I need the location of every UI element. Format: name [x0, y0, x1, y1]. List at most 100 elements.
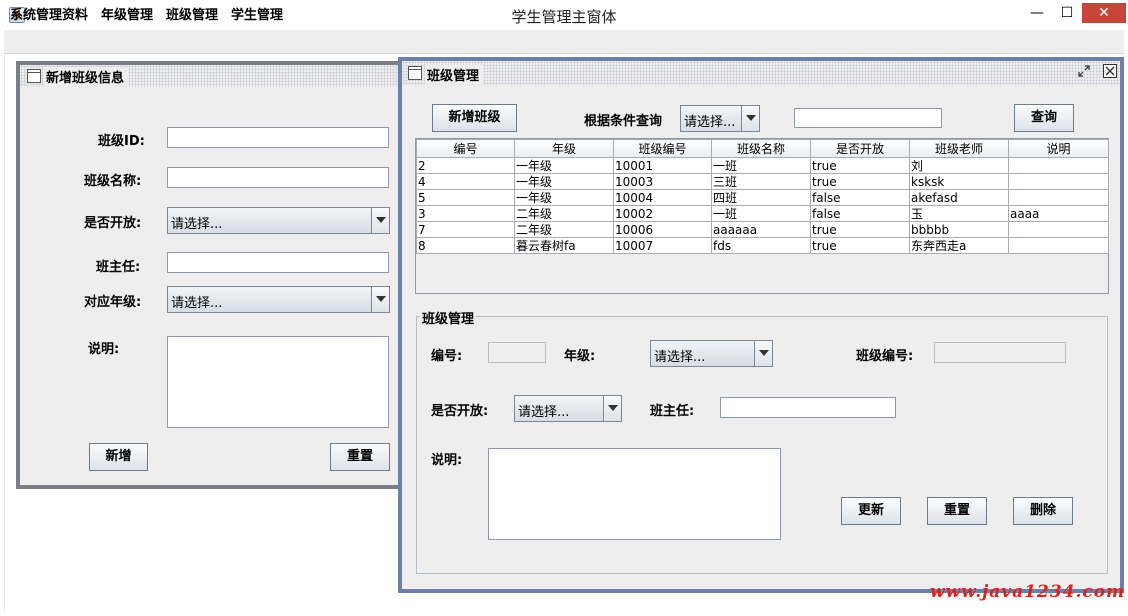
- table-row[interactable]: 5 一年级 10004 四班 false akefasd: [416, 189, 1109, 206]
- table-row[interactable]: 2 一年级 10001 一班 true 刘: [416, 157, 1109, 174]
- table-row[interactable]: 7 二年级 10006 aaaaaa true bbbbb: [416, 221, 1109, 238]
- menu-student-management[interactable]: 学生管理: [231, 4, 283, 23]
- table-cell[interactable]: 暮云春树fa: [514, 237, 614, 254]
- table-cell[interactable]: false: [810, 189, 910, 206]
- table-cell[interactable]: [1008, 157, 1109, 174]
- add-class-button[interactable]: 新增班级: [432, 104, 517, 132]
- edit-grade-select[interactable]: 请选择...: [650, 340, 773, 367]
- table-row[interactable]: 8 暮云春树fa 10007 fds true 东奔西走a: [416, 237, 1109, 254]
- class-management-frame-titlebar[interactable]: [402, 61, 1120, 85]
- minimize-button[interactable]: —: [1022, 3, 1052, 23]
- restore-frame-icon[interactable]: [1076, 63, 1092, 79]
- menu-bar: [4, 30, 1124, 54]
- table-cell[interactable]: fds: [711, 237, 811, 254]
- table-cell[interactable]: 东奔西走a: [909, 237, 1009, 254]
- table-cell[interactable]: ksksk: [909, 173, 1009, 190]
- table-cell[interactable]: 一年级: [514, 189, 614, 206]
- is-open-select[interactable]: 请选择...: [167, 207, 390, 234]
- close-frame-icon[interactable]: [1102, 63, 1118, 79]
- class-name-input[interactable]: [167, 167, 389, 188]
- chevron-down-icon[interactable]: [371, 208, 389, 233]
- column-header[interactable]: 班级编号: [613, 139, 712, 158]
- table-cell[interactable]: 7: [416, 221, 515, 238]
- edit-note-textarea[interactable]: [488, 448, 781, 540]
- update-button[interactable]: 更新: [841, 497, 901, 525]
- column-header[interactable]: 年级: [514, 139, 614, 158]
- chevron-down-icon[interactable]: [603, 396, 621, 421]
- table-cell[interactable]: 8: [416, 237, 515, 254]
- table-cell[interactable]: 10002: [613, 205, 712, 222]
- table-cell[interactable]: true: [810, 157, 910, 174]
- query-condition-select[interactable]: 请选择...: [680, 105, 760, 132]
- table-cell[interactable]: 10001: [613, 157, 712, 174]
- table-cell[interactable]: 一班: [711, 157, 811, 174]
- table-cell[interactable]: 4: [416, 173, 515, 190]
- add-class-frame-title: 新增班级信息: [44, 67, 129, 86]
- query-by-condition-label: 根据条件查询: [584, 114, 663, 129]
- table-cell[interactable]: aaaa: [1008, 205, 1109, 222]
- menu-system-data[interactable]: 系统管理资料: [10, 4, 88, 23]
- is-open-select-value: 请选择...: [171, 217, 223, 232]
- table-cell[interactable]: 10004: [613, 189, 712, 206]
- edit-teacher-input[interactable]: [720, 397, 896, 418]
- table-cell[interactable]: akefasd: [909, 189, 1009, 206]
- table-cell[interactable]: 二年级: [514, 205, 614, 222]
- table-cell[interactable]: [1008, 237, 1109, 254]
- add-button[interactable]: 新增: [89, 443, 148, 471]
- table-cell[interactable]: 10006: [613, 221, 712, 238]
- reset-button[interactable]: 重置: [330, 443, 390, 471]
- table-cell[interactable]: [1008, 189, 1109, 206]
- table-cell[interactable]: 玉: [909, 205, 1009, 222]
- column-header[interactable]: 班级老师: [909, 139, 1009, 158]
- table-cell[interactable]: 一年级: [514, 157, 614, 174]
- class-table-grid: 编号 年级 班级编号 班级名称 是否开放 班级老师 说明 2 一年级 10001…: [416, 139, 1109, 254]
- table-cell[interactable]: 5: [416, 189, 515, 206]
- column-header[interactable]: 说明: [1008, 139, 1109, 158]
- table-cell[interactable]: aaaaaa: [711, 221, 811, 238]
- edit-open-select[interactable]: 请选择...: [514, 395, 622, 422]
- delete-button[interactable]: 删除: [1013, 497, 1073, 525]
- menu-grade-management[interactable]: 年级管理: [101, 4, 153, 23]
- close-button[interactable]: ✕: [1082, 3, 1126, 23]
- table-cell[interactable]: 四班: [711, 189, 811, 206]
- table-cell[interactable]: true: [810, 173, 910, 190]
- chevron-down-icon[interactable]: [371, 287, 389, 312]
- table-cell[interactable]: true: [810, 237, 910, 254]
- column-header[interactable]: 是否开放: [810, 139, 910, 158]
- table-cell[interactable]: 3: [416, 205, 515, 222]
- column-header[interactable]: 编号: [416, 139, 515, 158]
- maximize-button[interactable]: ☐: [1052, 3, 1082, 23]
- class-table[interactable]: 编号 年级 班级编号 班级名称 是否开放 班级老师 说明 2 一年级 10001…: [415, 138, 1109, 294]
- table-cell[interactable]: 2: [416, 157, 515, 174]
- chevron-down-icon[interactable]: [741, 106, 759, 131]
- chevron-down-icon[interactable]: [754, 341, 772, 366]
- query-button[interactable]: 查询: [1014, 104, 1074, 132]
- head-teacher-input[interactable]: [167, 252, 389, 273]
- class-id-input[interactable]: [167, 127, 389, 148]
- table-cell[interactable]: [1008, 173, 1109, 190]
- query-input[interactable]: [794, 108, 942, 128]
- table-cell[interactable]: false: [810, 205, 910, 222]
- table-cell[interactable]: [1008, 221, 1109, 238]
- grade-select[interactable]: 请选择...: [167, 286, 390, 313]
- table-cell[interactable]: 10003: [613, 173, 712, 190]
- table-cell[interactable]: 一班: [711, 205, 811, 222]
- edit-grade-select-value: 请选择...: [654, 350, 706, 365]
- table-row[interactable]: 4 一年级 10003 三班 true ksksk: [416, 173, 1109, 190]
- table-cell[interactable]: bbbbb: [909, 221, 1009, 238]
- column-header[interactable]: 班级名称: [711, 139, 811, 158]
- table-cell[interactable]: 刘: [909, 157, 1009, 174]
- table-cell[interactable]: 二年级: [514, 221, 614, 238]
- panel-reset-button[interactable]: 重置: [927, 497, 987, 525]
- table-row[interactable]: 3 二年级 10002 一班 false 玉 aaaa: [416, 205, 1109, 222]
- table-cell[interactable]: true: [810, 221, 910, 238]
- table-cell[interactable]: 10007: [613, 237, 712, 254]
- class-name-label: 班级名称:: [84, 174, 142, 189]
- table-cell[interactable]: 三班: [711, 173, 811, 190]
- note-textarea[interactable]: [167, 336, 389, 428]
- table-cell[interactable]: 一年级: [514, 173, 614, 190]
- watermark: www.java1234.com: [930, 582, 1126, 602]
- menu-class-management[interactable]: 班级管理: [166, 4, 218, 23]
- edit-grade-label: 年级:: [564, 349, 596, 364]
- is-open-label: 是否开放:: [84, 216, 142, 231]
